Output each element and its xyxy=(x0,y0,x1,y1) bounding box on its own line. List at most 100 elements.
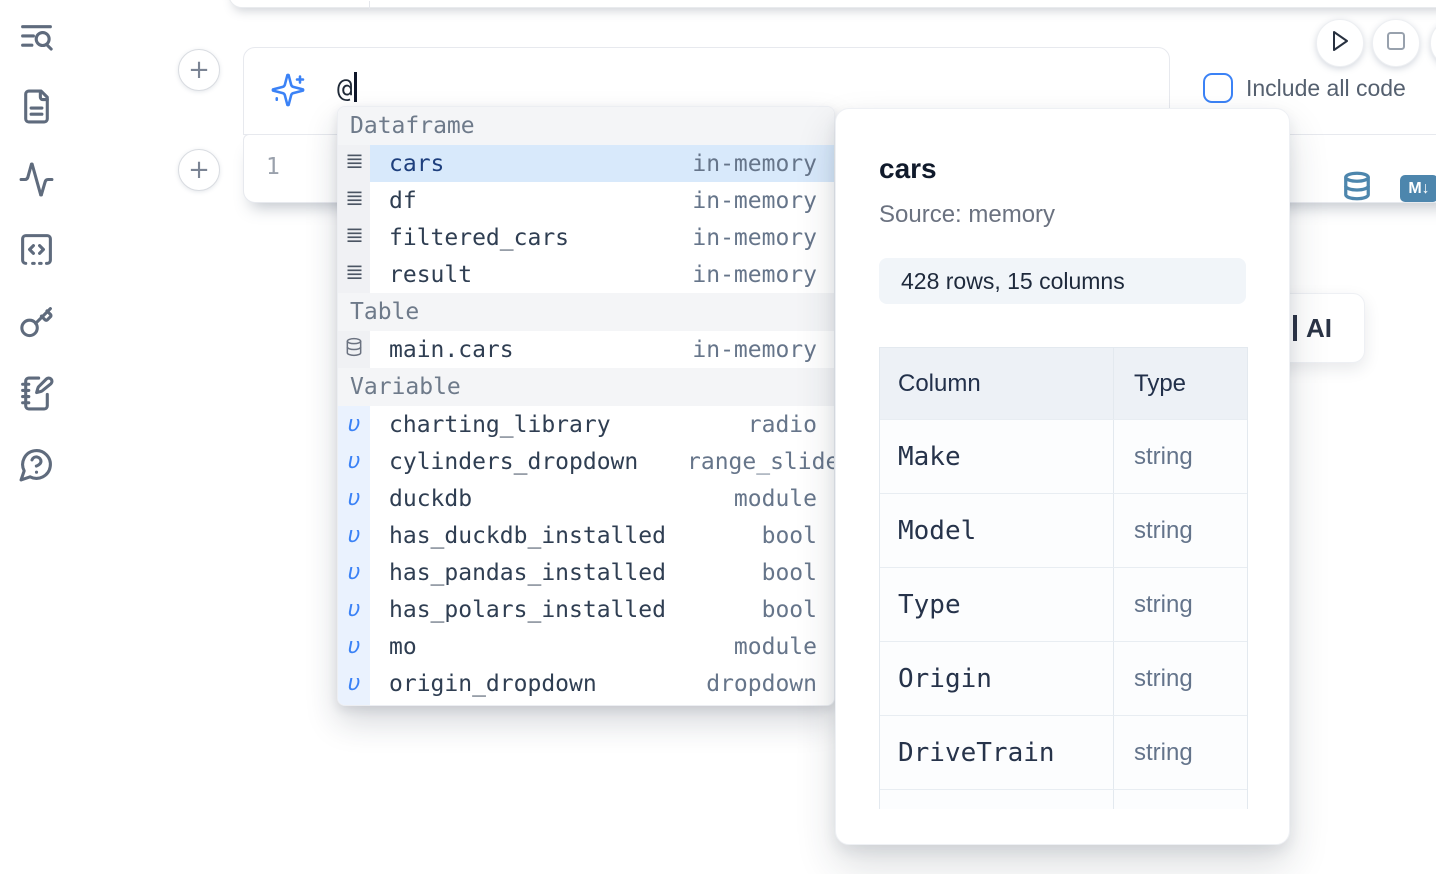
preview-title: cars xyxy=(879,153,1246,185)
play-icon xyxy=(1330,30,1350,57)
autocomplete-item-main.cars[interactable]: main.cars in-memory xyxy=(338,331,834,368)
item-type: in-memory xyxy=(687,151,817,177)
sidebar-secrets-button[interactable] xyxy=(16,305,56,345)
item-name: filtered_cars xyxy=(389,225,569,251)
list-search-icon xyxy=(18,19,55,61)
variable-icon: υ xyxy=(348,523,361,548)
ai-prompt-input[interactable]: @ xyxy=(337,72,357,104)
type-header: Type xyxy=(1114,348,1247,419)
sidebar-snippets-button[interactable] xyxy=(16,232,56,272)
item-type: in-memory xyxy=(687,188,817,214)
item-type: in-memory xyxy=(687,337,817,363)
key-icon xyxy=(18,304,55,346)
autocomplete-item-mo[interactable]: υ mo module xyxy=(338,628,834,665)
column-name-cell: DriveTrain xyxy=(880,716,1114,789)
column-header: Column xyxy=(880,348,1114,419)
variable-icon: υ xyxy=(348,634,361,659)
sidebar-tracing-button[interactable] xyxy=(16,162,56,202)
autocomplete-item-duckdb[interactable]: υ duckdb module xyxy=(338,480,834,517)
run-cell-button[interactable] xyxy=(1316,19,1364,67)
text-caret xyxy=(354,72,357,102)
autocomplete-section-header: Variable xyxy=(338,368,834,406)
line-number: 1 xyxy=(266,154,280,180)
autocomplete-item-cars[interactable]: cars in-memory xyxy=(338,145,834,182)
variable-icon: υ xyxy=(348,449,361,474)
file-text-icon xyxy=(18,88,55,130)
notebook-pen-icon xyxy=(18,375,55,417)
preview-schema-table: ColumnTypeMakestringModelstringTypestrin… xyxy=(879,347,1248,809)
variable-icon: υ xyxy=(348,560,361,585)
database-icon xyxy=(344,335,364,364)
sidebar-file-explorer-button[interactable] xyxy=(16,20,56,60)
variable-icon: υ xyxy=(348,486,361,511)
sidebar-scratchpad-button[interactable] xyxy=(16,376,56,416)
variable-icon: υ xyxy=(348,671,361,696)
variable-icon: υ xyxy=(348,412,361,437)
item-name: has_polars_installed xyxy=(389,597,666,623)
dataframe-preview-panel: cars Source: memory 428 rows, 15 columns… xyxy=(835,108,1290,845)
item-type: bool xyxy=(687,597,817,623)
column-type-cell: string xyxy=(1114,716,1247,789)
item-type: in-memory xyxy=(687,225,817,251)
item-name: cars xyxy=(389,151,444,177)
autocomplete-item-origin_dropdown[interactable]: υ origin_dropdown dropdown xyxy=(338,665,834,702)
autocomplete-item-has_pandas_installed[interactable]: υhas_pandas_installedbool xyxy=(338,554,834,591)
autocomplete-section-header: Table xyxy=(338,293,834,331)
activity-icon xyxy=(18,161,55,203)
column-name-cell: Make xyxy=(880,420,1114,493)
include-all-code-label: Include all code xyxy=(1246,75,1406,102)
item-name: origin_dropdown xyxy=(389,671,597,697)
code-snippets-icon xyxy=(18,231,55,273)
autocomplete-item-has_duckdb_installed[interactable]: υhas_duckdb_installedbool xyxy=(338,517,834,554)
schema-table-row: Makestring xyxy=(880,420,1247,494)
item-type: in-memory xyxy=(687,262,817,288)
item-name: charting_library xyxy=(389,412,611,438)
schema-table-header-row: ColumnType xyxy=(880,348,1247,420)
autocomplete-item-df[interactable]: df in-memory xyxy=(338,182,834,219)
include-all-code-row: Include all code xyxy=(1203,73,1406,103)
item-name: mo xyxy=(389,634,417,660)
item-name: result xyxy=(389,262,472,288)
previous-cell-bottom xyxy=(228,0,1436,8)
autocomplete-item-pandas[interactable]: υpandasmodule xyxy=(338,702,834,706)
item-type: module xyxy=(687,486,817,512)
autocomplete-popup: Dataframecarsin-memorydfin-memoryfiltere… xyxy=(337,106,835,706)
gutter-divider xyxy=(369,1,370,9)
autocomplete-item-charting_library[interactable]: υcharting_libraryradio xyxy=(338,406,834,443)
item-name: duckdb xyxy=(389,486,472,512)
dataframe-icon xyxy=(344,188,365,214)
item-type: range_slider xyxy=(687,449,817,475)
autocomplete-item-has_polars_installed[interactable]: υ has_polars_installed bool xyxy=(338,591,834,628)
clipped-letter-stem xyxy=(1293,315,1297,341)
include-all-code-checkbox[interactable] xyxy=(1203,73,1233,103)
item-type: module xyxy=(687,634,817,660)
preview-shape-badge: 428 rows, 15 columns xyxy=(879,258,1246,304)
sidebar-help-button[interactable] xyxy=(16,447,56,487)
column-name-cell: Type xyxy=(880,568,1114,641)
column-name-cell: Model xyxy=(880,494,1114,567)
schema-table-row-partial xyxy=(880,790,1247,809)
column-type-cell: string xyxy=(1114,494,1247,567)
add-cell-below-button[interactable]: + xyxy=(178,149,220,191)
autocomplete-item-result[interactable]: result in-memory xyxy=(338,256,834,293)
dataframe-icon xyxy=(344,262,365,288)
markdown-cell-icon[interactable]: M↓ xyxy=(1400,175,1436,202)
add-cell-above-button[interactable]: + xyxy=(178,49,220,91)
schema-table-row: Modelstring xyxy=(880,494,1247,568)
stop-button[interactable] xyxy=(1372,19,1420,67)
stop-square-icon xyxy=(1386,31,1406,56)
column-type-cell: string xyxy=(1114,642,1247,715)
item-name: df xyxy=(389,188,417,214)
item-type: dropdown xyxy=(687,671,817,697)
autocomplete-item-cylinders_dropdown[interactable]: υ cylinders_dropdown range_slider xyxy=(338,443,834,480)
item-name: main.cars xyxy=(389,337,514,363)
schema-table-row: Originstring xyxy=(880,642,1247,716)
autocomplete-item-filtered_cars[interactable]: filtered_cars in-memory xyxy=(338,219,834,256)
sql-cell-database-icon[interactable] xyxy=(1342,168,1372,209)
sidebar-documentation-button[interactable] xyxy=(16,89,56,129)
variable-icon: υ xyxy=(348,597,361,622)
dataframe-icon xyxy=(344,225,365,251)
more-actions-button-partial[interactable] xyxy=(1430,19,1436,67)
item-type: bool xyxy=(687,560,817,586)
item-name: cylinders_dropdown xyxy=(389,449,638,475)
